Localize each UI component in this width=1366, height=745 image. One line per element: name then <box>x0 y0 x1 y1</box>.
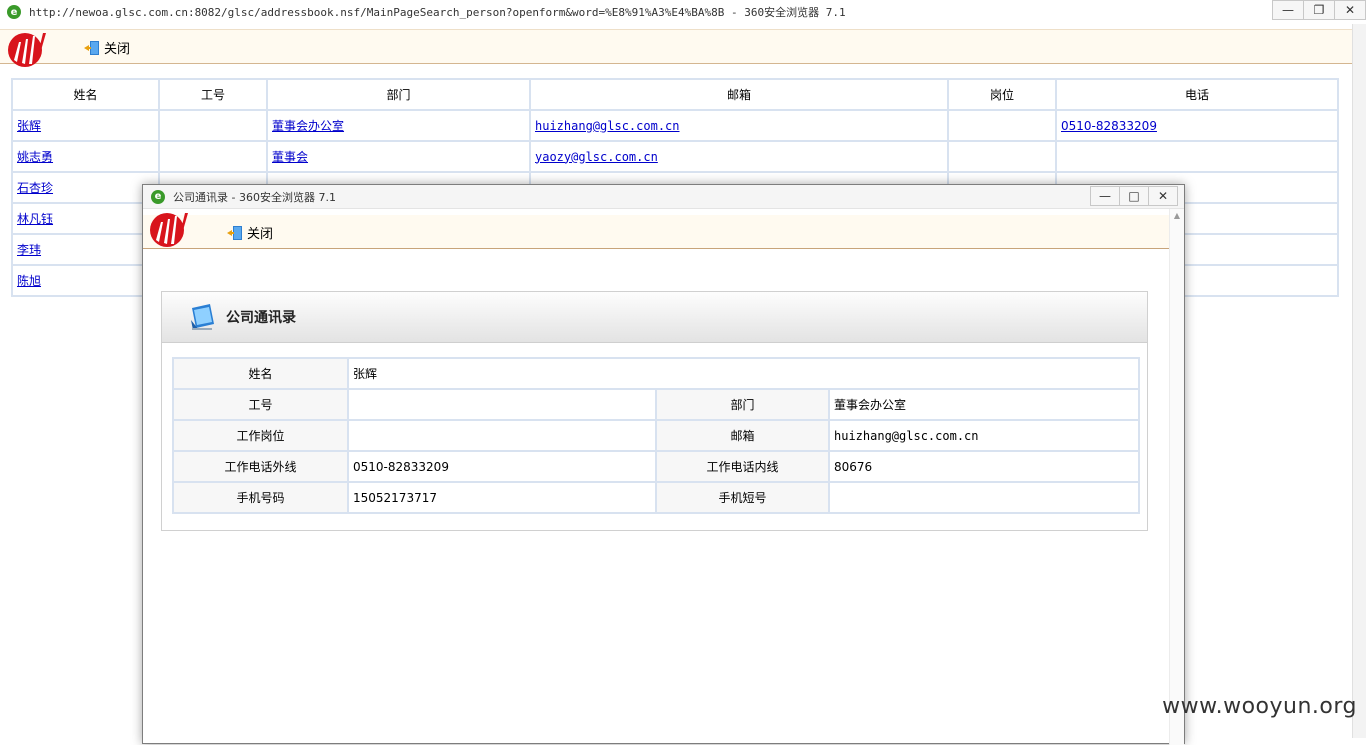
column-header: 部门 <box>266 78 531 111</box>
employee-id-value <box>347 388 657 421</box>
page-scrollbar[interactable] <box>1352 24 1366 738</box>
job-post-label: 工作岗位 <box>172 419 349 452</box>
job-post-value <box>347 419 657 452</box>
email-label: 邮箱 <box>655 419 830 452</box>
detail-row: 工作电话外线 0510-82833209 工作电话内线 80676 <box>172 450 1141 483</box>
contact-detail-table: 姓名 张辉 工号 部门 董事会办公室 工作岗位 邮箱 huizhang@glsc… <box>172 357 1141 514</box>
name-value: 张辉 <box>346 357 1141 390</box>
minimize-icon[interactable]: — <box>1272 0 1304 20</box>
person-name-link[interactable]: 李玮 <box>17 243 41 257</box>
minimize-icon[interactable]: — <box>1090 186 1120 206</box>
person-name-link[interactable]: 林凡钰 <box>17 212 53 226</box>
detail-row: 手机号码 15052173717 手机短号 <box>172 481 1141 514</box>
browser-icon: e <box>151 189 165 204</box>
internal-phone-label: 工作电话内线 <box>655 450 830 483</box>
internal-phone-value: 80676 <box>827 450 1141 483</box>
column-header: 电话 <box>1055 78 1339 111</box>
page-toolbar: 关闭 <box>0 29 1352 67</box>
name-label: 姓名 <box>172 357 349 390</box>
id-cell <box>158 140 268 173</box>
column-header: 姓名 <box>11 78 160 111</box>
id-cell <box>158 109 268 142</box>
restore-icon[interactable]: ❐ <box>1303 0 1335 20</box>
phone-link[interactable]: 0510-82833209 <box>1061 119 1157 133</box>
popup-window-title: 公司通讯录 - 360安全浏览器 7.1 <box>173 190 336 204</box>
popup-titlebar: e 公司通讯录 - 360安全浏览器 7.1 — □ ✕ <box>143 185 1184 209</box>
address-book-icon <box>191 304 214 330</box>
card-title: 公司通讯录 <box>226 310 296 326</box>
person-name-link[interactable]: 石杏珍 <box>17 181 53 195</box>
department-label: 部门 <box>655 388 830 421</box>
column-header: 邮箱 <box>529 78 949 111</box>
email-link[interactable]: yaozy@glsc.com.cn <box>535 150 658 164</box>
close-label: 关闭 <box>247 227 274 242</box>
maximize-icon[interactable]: □ <box>1119 186 1149 206</box>
email-link[interactable]: huizhang@glsc.com.cn <box>535 119 680 133</box>
detail-row: 工号 部门 董事会办公室 <box>172 388 1141 421</box>
window-title: http://newoa.glsc.com.cn:8082/glsc/addre… <box>29 6 846 19</box>
employee-id-label: 工号 <box>172 388 349 421</box>
detail-row: 姓名 张辉 <box>172 357 1141 390</box>
contact-card: 公司通讯录 姓名 张辉 工号 部门 董事会办公室 工作岗位 邮箱 huizhan… <box>161 291 1148 531</box>
person-name-link[interactable]: 姚志勇 <box>17 150 53 164</box>
popup-window-controls: — □ ✕ <box>1090 186 1178 208</box>
window-controls: — ❐ ✕ <box>1272 0 1366 22</box>
company-logo-icon <box>8 33 46 67</box>
table-header-row: 姓名 工号 部门 邮箱 岗位 电话 <box>11 78 1339 111</box>
mobile-value: 15052173717 <box>347 481 657 514</box>
external-phone-label: 工作电话外线 <box>172 450 349 483</box>
browser-icon: e <box>7 5 21 19</box>
door-exit-icon <box>84 40 99 55</box>
company-logo-icon <box>150 213 188 247</box>
short-number-value <box>827 481 1141 514</box>
column-header: 工号 <box>158 78 268 111</box>
close-window-icon[interactable]: ✕ <box>1334 0 1366 20</box>
post-cell <box>947 109 1057 142</box>
close-window-icon[interactable]: ✕ <box>1148 186 1178 206</box>
popup-close-button[interactable]: 关闭 <box>227 223 273 242</box>
popup-scrollbar[interactable]: ▲ <box>1169 209 1184 745</box>
department-link[interactable]: 董事会 <box>272 150 308 164</box>
detail-row: 工作岗位 邮箱 huizhang@glsc.com.cn <box>172 419 1141 452</box>
card-header: 公司通讯录 <box>162 292 1147 343</box>
person-name-link[interactable]: 陈旭 <box>17 274 41 288</box>
close-label: 关闭 <box>104 42 131 57</box>
mobile-label: 手机号码 <box>172 481 349 514</box>
person-name-link[interactable]: 张辉 <box>17 119 41 133</box>
close-button[interactable]: 关闭 <box>84 38 130 57</box>
external-phone-value: 0510-82833209 <box>347 450 657 483</box>
door-exit-icon <box>227 225 242 240</box>
popup-toolbar: 关闭 <box>143 213 1169 249</box>
department-value: 董事会办公室 <box>827 388 1141 421</box>
table-row: 姚志勇 董事会 yaozy@glsc.com.cn <box>11 140 1339 173</box>
table-row: 张辉 董事会办公室 huizhang@glsc.com.cn 0510-8283… <box>11 109 1339 142</box>
post-cell <box>947 140 1057 173</box>
watermark: www.wooyun.org <box>1162 694 1357 719</box>
phone-cell <box>1055 140 1339 173</box>
column-header: 岗位 <box>947 78 1057 111</box>
email-value: huizhang@glsc.com.cn <box>827 419 1141 452</box>
short-number-label: 手机短号 <box>655 481 830 514</box>
scroll-up-arrow-icon[interactable]: ▲ <box>1170 209 1184 223</box>
contact-detail-popup: e 公司通讯录 - 360安全浏览器 7.1 — □ ✕ 关闭 ▲ 公司通讯录 … <box>142 184 1185 745</box>
department-link[interactable]: 董事会办公室 <box>272 119 344 133</box>
browser-titlebar: e http://newoa.glsc.com.cn:8082/glsc/add… <box>0 0 1366 24</box>
